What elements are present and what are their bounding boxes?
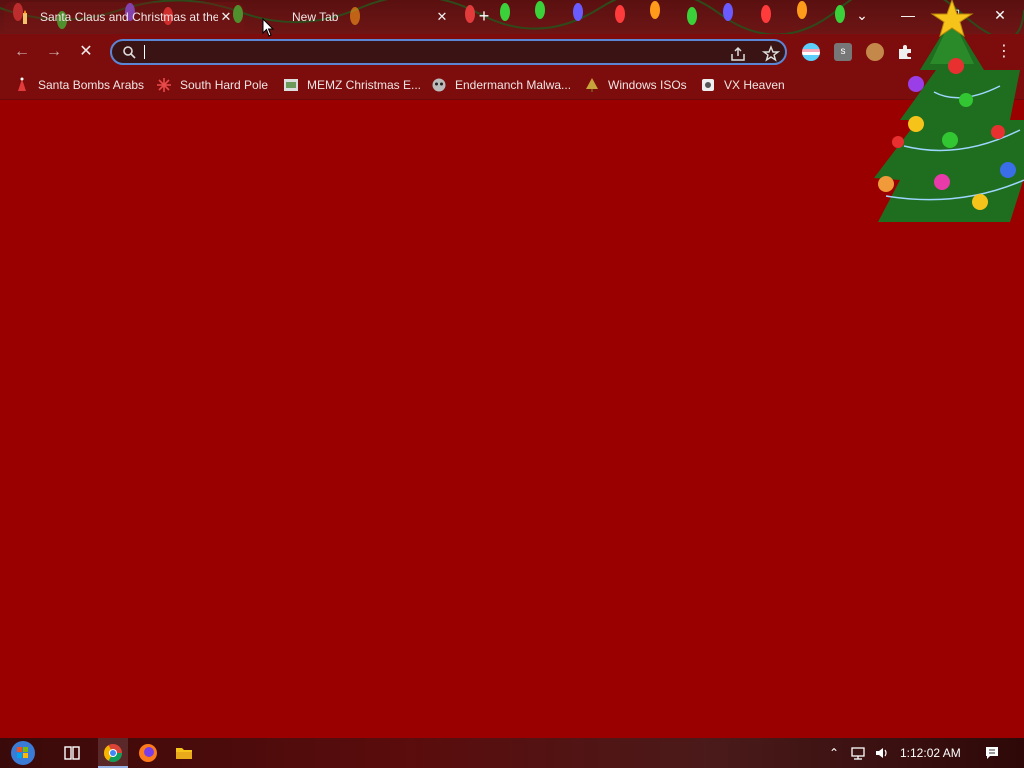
bookmark-label: MEMZ Christmas E... <box>307 78 422 92</box>
page-icon <box>284 79 298 91</box>
raccoon-icon <box>432 78 446 92</box>
candle-favicon-icon <box>23 10 27 24</box>
taskbar: ⌃ 1:12:02 AM <box>0 738 1024 768</box>
network-icon[interactable] <box>850 745 866 761</box>
search-icon <box>123 46 136 59</box>
tab-close-icon[interactable]: ✕ <box>434 9 450 25</box>
bookmark-label: VX Heaven <box>724 78 785 92</box>
bookmark-windows-isos[interactable]: Windows ISOs <box>584 76 687 94</box>
disk-icon <box>702 79 714 91</box>
chrome-icon[interactable] <box>103 743 123 763</box>
action-center-icon[interactable] <box>984 745 1000 761</box>
back-button[interactable]: ← <box>10 40 34 64</box>
bookmark-memz-christmas[interactable]: MEMZ Christmas E... <box>283 76 421 94</box>
extension-flag-icon[interactable] <box>802 43 820 61</box>
mouse-cursor-icon <box>262 18 275 37</box>
show-hidden-icons-icon[interactable]: ⌃ <box>826 745 842 761</box>
bookmark-label: Windows ISOs <box>608 78 687 92</box>
tab-title: New Tab <box>292 10 339 24</box>
bookmark-endermanch-malware[interactable]: Endermanch Malwa... <box>431 76 571 94</box>
stop-loading-button[interactable]: ✕ <box>74 40 98 64</box>
extension-s-icon[interactable]: s <box>834 43 852 61</box>
address-bar[interactable] <box>110 39 787 65</box>
task-view-icon[interactable] <box>62 743 82 763</box>
santa-icon <box>18 77 26 91</box>
bookmark-label: South Hard Pole <box>180 78 269 92</box>
file-explorer-icon[interactable] <box>174 743 194 763</box>
tab-santa-claus[interactable]: Santa Claus and Christmas at the ✕ <box>4 2 244 32</box>
snowflake-icon <box>157 78 171 92</box>
address-input[interactable] <box>142 43 722 61</box>
firefox-icon[interactable] <box>138 743 158 763</box>
start-button-icon[interactable] <box>10 740 36 766</box>
text-caret <box>144 45 145 59</box>
bookmark-south-hard-pole[interactable]: South Hard Pole <box>156 76 268 94</box>
bookmark-vx-heaven[interactable]: VX Heaven <box>700 76 785 94</box>
bookmark-label: Endermanch Malwa... <box>455 78 572 92</box>
tree-icon <box>586 78 598 92</box>
forward-button[interactable]: → <box>42 40 66 64</box>
tab-close-icon[interactable]: ✕ <box>218 9 234 25</box>
bookmark-label: Santa Bombs Arabs <box>38 78 145 92</box>
volume-icon[interactable] <box>874 745 890 761</box>
christmas-tree-icon <box>874 0 1024 222</box>
new-tab-button[interactable]: + <box>474 6 494 26</box>
bookmark-santa-bombs-arabs[interactable]: Santa Bombs Arabs <box>14 76 144 94</box>
taskbar-clock[interactable]: 1:12:02 AM <box>900 746 961 760</box>
share-icon[interactable] <box>729 45 747 63</box>
tab-new-tab[interactable]: New Tab ✕ <box>256 2 460 32</box>
tab-title: Santa Claus and Christmas at the <box>40 10 218 24</box>
bookmark-star-icon[interactable] <box>762 45 780 63</box>
